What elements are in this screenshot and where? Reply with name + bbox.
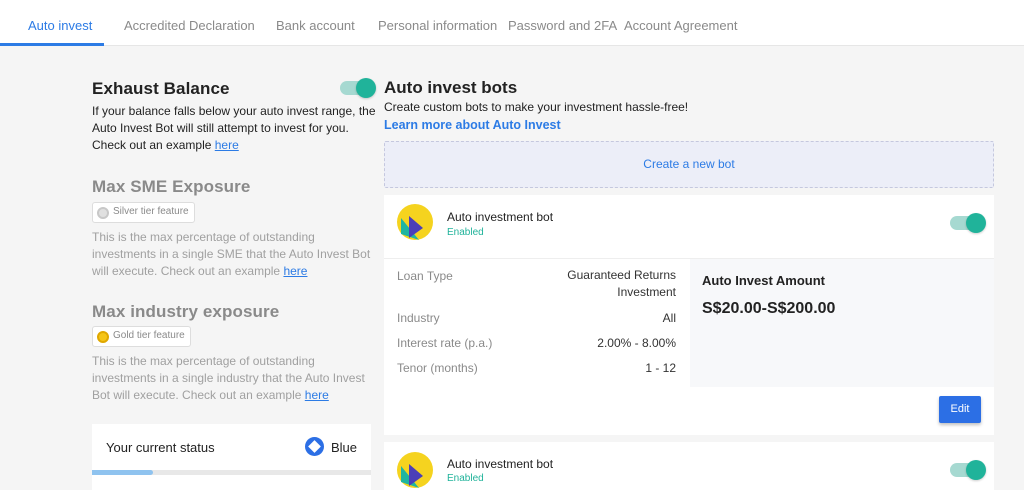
tab-bank-account[interactable]: Bank account (276, 18, 355, 33)
bot-details: Loan Type Guaranteed Returns Investment I… (384, 258, 994, 387)
create-new-bot-button[interactable]: Create a new bot (384, 141, 994, 188)
current-status-card: Your current status Blue (92, 424, 371, 490)
learn-more-link[interactable]: Learn more about Auto Invest (384, 118, 561, 132)
max-sme-exposure-title: Max SME Exposure (92, 177, 251, 196)
exhaust-balance-toggle[interactable] (340, 78, 376, 98)
exhaust-balance-title: Exhaust Balance (92, 79, 230, 98)
bot-logo-icon (397, 204, 433, 240)
industry-example-link[interactable]: here (305, 388, 329, 402)
tenor-label: Tenor (months) (397, 361, 478, 375)
bot-name: Auto investment bot (447, 457, 554, 471)
max-sme-exposure-description: This is the max percentage of outstandin… (92, 230, 371, 278)
loan-type-value: Guaranteed Returns Investment (567, 268, 676, 299)
max-industry-exposure-title: Max industry exposure (92, 302, 280, 321)
edit-bot-button[interactable]: Edit (939, 396, 981, 423)
auto-invest-bots-subtitle: Create custom bots to make your investme… (384, 100, 689, 114)
current-status-label: Your current status (106, 440, 215, 455)
auto-invest-amount-label: Auto Invest Amount (702, 273, 826, 288)
bot-amount-panel: Auto Invest Amount S$20.00-S$200.00 (690, 259, 994, 387)
industry-value: All (662, 311, 676, 325)
tab-account-agreement[interactable]: Account Agreement (624, 18, 737, 33)
bot-card: Auto investment bot Enabled (384, 442, 994, 490)
blue-tier-icon (305, 437, 324, 456)
bot-criteria: Loan Type Guaranteed Returns Investment I… (384, 259, 690, 387)
gold-tier-label: Gold tier feature (113, 330, 185, 341)
tab-personal-information[interactable]: Personal information (378, 18, 497, 33)
loan-type-label: Loan Type (397, 269, 453, 283)
gold-tier-icon (97, 331, 109, 343)
silver-tier-label: Silver tier feature (113, 206, 189, 217)
silver-tier-icon (97, 207, 109, 219)
bot-status: Enabled (447, 473, 484, 484)
bot-card: Auto investment bot Enabled Loan Type Gu… (384, 195, 994, 435)
tier-progress-bar (92, 470, 371, 475)
current-tier-name: Blue (331, 440, 358, 455)
sme-example-link[interactable]: here (283, 264, 307, 278)
auto-invest-amount-value: S$20.00-S$200.00 (702, 300, 836, 317)
max-industry-exposure-description: This is the max percentage of outstandin… (92, 354, 365, 402)
tab-bar: Auto invest Accredited Declaration Bank … (0, 0, 1024, 46)
bot-enable-toggle[interactable] (950, 460, 986, 480)
tier-progress-fill (92, 470, 154, 475)
tenor-value: 1 - 12 (645, 361, 676, 375)
exhaust-balance-description: If your balance falls below your auto in… (92, 104, 376, 152)
interest-rate-label: Interest rate (p.a.) (397, 336, 493, 350)
exhaust-example-link[interactable]: here (215, 138, 239, 152)
toggle-knob (356, 78, 376, 98)
tab-accredited-declaration[interactable]: Accredited Declaration (124, 18, 255, 33)
toggle-knob (966, 213, 986, 233)
tab-password-2fa[interactable]: Password and 2FA (508, 18, 617, 33)
auto-invest-bots-title: Auto invest bots (384, 78, 518, 97)
bot-logo-icon (397, 452, 433, 488)
silver-tier-badge: Silver tier feature (92, 202, 195, 223)
bot-status: Enabled (447, 227, 484, 238)
bot-enable-toggle[interactable] (950, 213, 986, 233)
bot-name: Auto investment bot (447, 210, 554, 224)
gold-tier-badge: Gold tier feature (92, 326, 191, 347)
toggle-knob (966, 460, 986, 480)
active-tab-indicator (0, 43, 104, 46)
industry-label: Industry (397, 311, 440, 325)
tab-auto-invest[interactable]: Auto invest (28, 18, 92, 33)
interest-rate-value: 2.00% - 8.00% (597, 336, 676, 350)
